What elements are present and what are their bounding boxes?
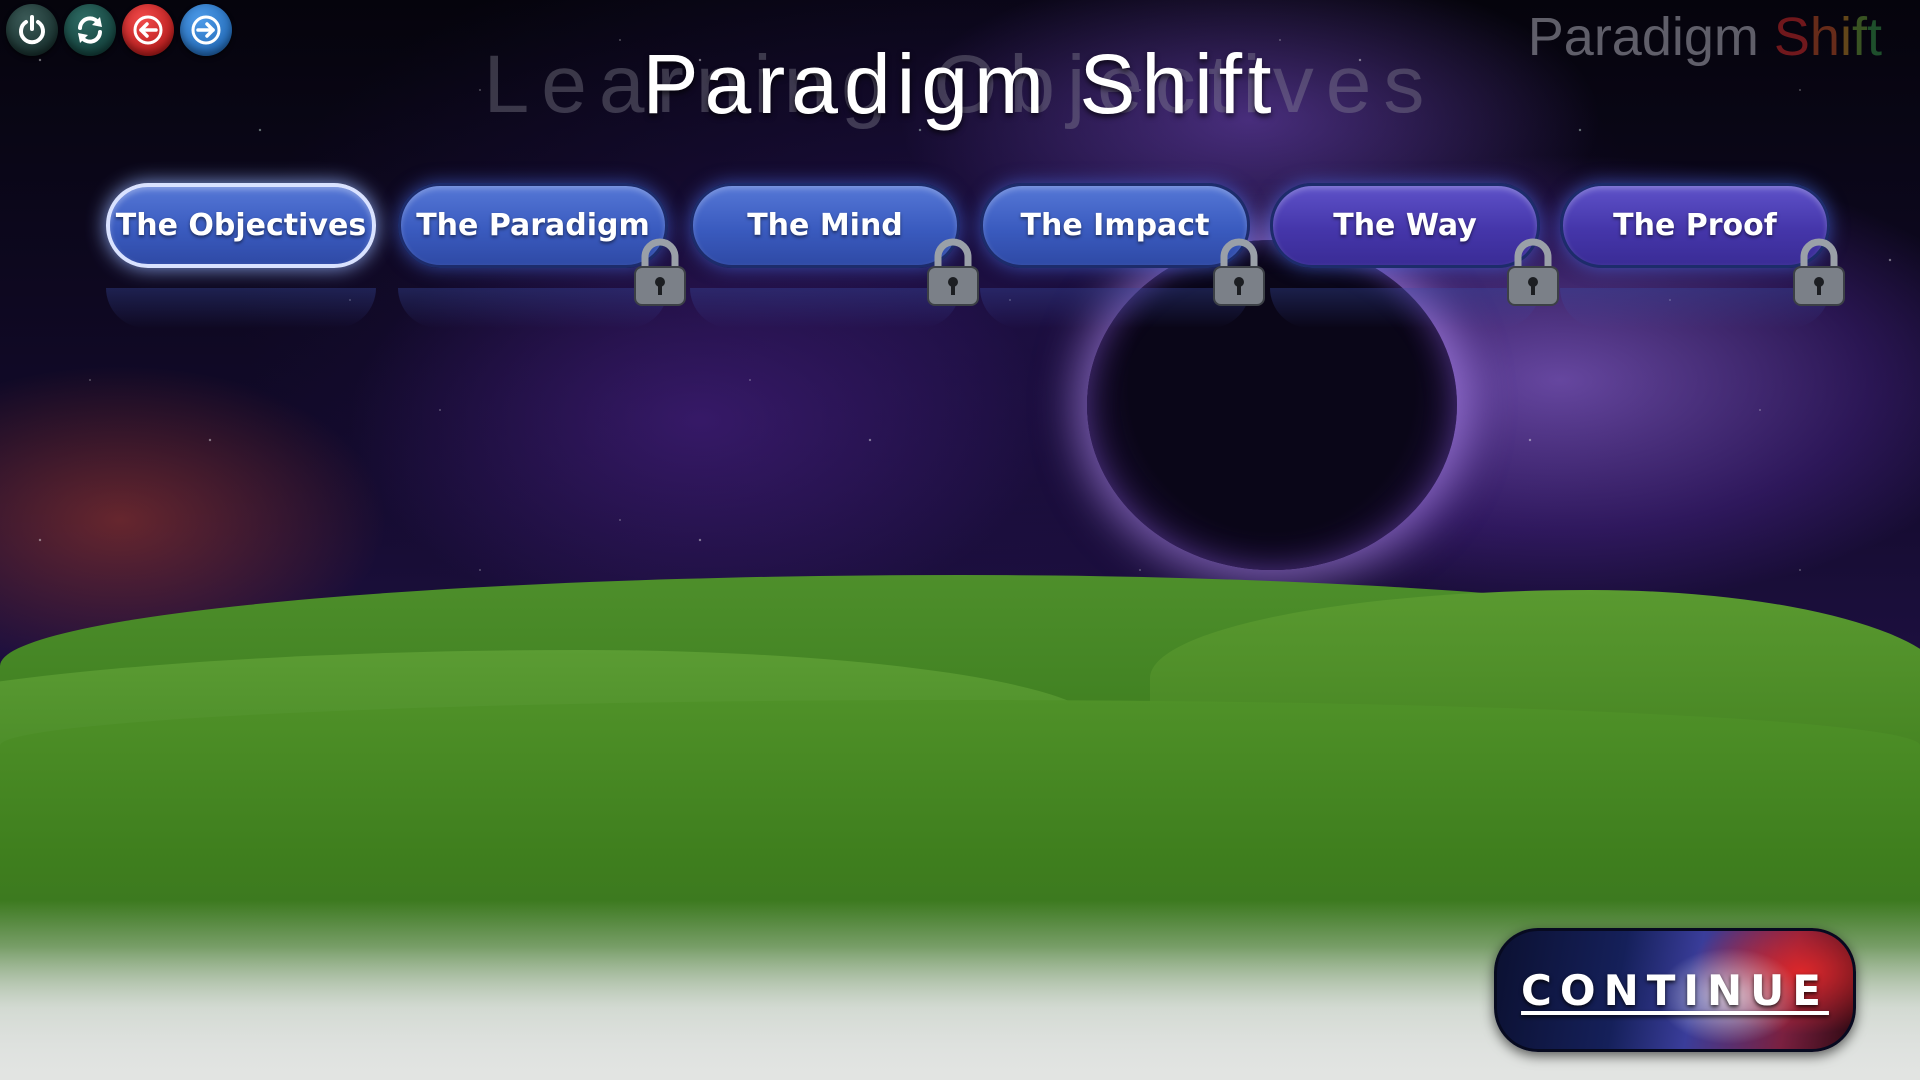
pill-reflection bbox=[398, 288, 668, 328]
lock-icon bbox=[924, 235, 982, 307]
continue-button[interactable]: CONTINUE bbox=[1494, 928, 1856, 1052]
brand-logo: Paradigm Shift bbox=[1528, 6, 1882, 68]
brand-letter: f bbox=[1851, 7, 1867, 67]
scene-background: Learning Objectives Paradigm Shift Parad… bbox=[0, 0, 1920, 1080]
tab-the-objectives[interactable]: The Objectives bbox=[106, 183, 376, 268]
brand-letter: S bbox=[1773, 7, 1810, 67]
brand-text: Paradigm bbox=[1527, 7, 1774, 67]
brand-letter: i bbox=[1839, 7, 1852, 67]
tab-the-paradigm[interactable]: The Paradigm bbox=[398, 183, 668, 268]
pill-reflection bbox=[690, 288, 960, 328]
brand-letter: t bbox=[1866, 7, 1882, 67]
lock-icon bbox=[1504, 235, 1562, 307]
lock-icon bbox=[1790, 235, 1848, 307]
lock-icon bbox=[1210, 235, 1268, 307]
pill-reflection bbox=[106, 288, 376, 328]
tab-the-way[interactable]: The Way bbox=[1270, 183, 1540, 268]
tab-the-mind[interactable]: The Mind bbox=[690, 183, 960, 268]
brand-letter: h bbox=[1809, 7, 1840, 67]
pill-reflection bbox=[1270, 288, 1540, 328]
lock-icon bbox=[631, 235, 689, 307]
section-nav: The Objectives The Paradigm The Mind The… bbox=[106, 183, 1845, 328]
continue-label: CONTINUE bbox=[1521, 965, 1829, 1015]
